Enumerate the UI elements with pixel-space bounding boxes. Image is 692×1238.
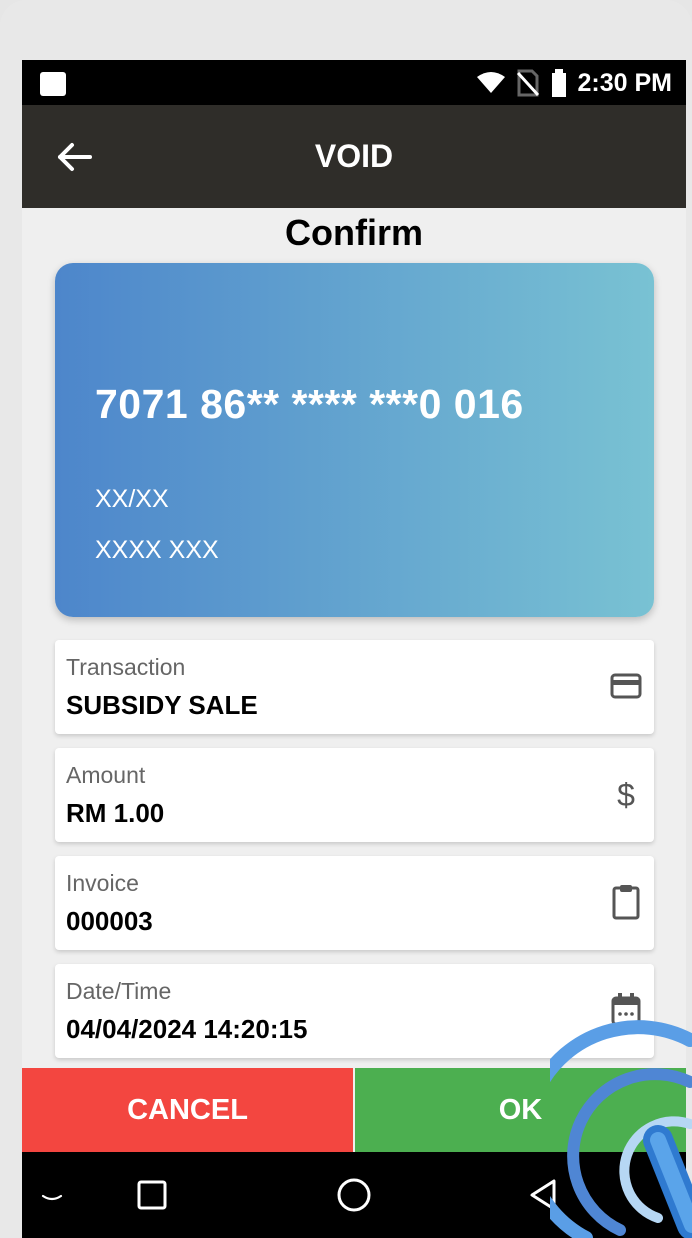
no-sim-icon <box>516 69 539 97</box>
page-title: VOID <box>314 138 394 174</box>
tap-contactless-icon <box>550 1020 692 1238</box>
card-holder-name: XXXX XXX <box>95 536 219 564</box>
status-time: 2:30 PM <box>577 68 672 97</box>
dollar-icon: $ <box>617 777 635 812</box>
credit-card-icon <box>610 673 642 699</box>
cancel-button[interactable]: CANCEL <box>22 1068 353 1152</box>
ok-button-label: OK <box>498 1093 543 1126</box>
confirm-heading: Confirm <box>285 212 423 253</box>
battery-icon <box>551 69 566 97</box>
field-label: Transaction <box>66 654 186 680</box>
svg-text:$: $ <box>617 777 635 812</box>
wifi-icon <box>476 72 505 93</box>
keyboard-dismiss-icon[interactable] <box>32 1152 72 1238</box>
amount-field: Amount RM 1.00 $ <box>55 748 654 842</box>
recent-apps-icon[interactable] <box>132 1152 172 1238</box>
field-label: Date/Time <box>66 978 172 1004</box>
home-icon[interactable] <box>333 1152 375 1238</box>
field-value: 000003 <box>66 906 153 936</box>
status-right-group: 2:30 PM <box>476 68 672 98</box>
field-value: RM 1.00 <box>66 798 165 828</box>
field-label: Amount <box>66 762 146 788</box>
field-value: 04/04/2024 14:20:15 <box>66 1014 308 1044</box>
cancel-button-label: CANCEL <box>127 1093 248 1126</box>
field-label: Invoice <box>66 870 139 896</box>
app-top-bar: VOID <box>22 105 686 208</box>
transaction-field: Transaction SUBSIDY SALE <box>55 640 654 734</box>
notification-square-icon <box>40 72 66 96</box>
clipboard-icon <box>612 885 640 920</box>
card-number: 7071 86** **** ***0 016 <box>95 381 524 427</box>
status-bar: 2:30 PM <box>22 60 686 105</box>
invoice-field: Invoice 000003 <box>55 856 654 950</box>
field-value: SUBSIDY SALE <box>66 690 258 720</box>
card-display: 7071 86** **** ***0 016 XX/XX XXXX XXX <box>55 263 654 617</box>
card-expiry: XX/XX <box>95 485 169 513</box>
